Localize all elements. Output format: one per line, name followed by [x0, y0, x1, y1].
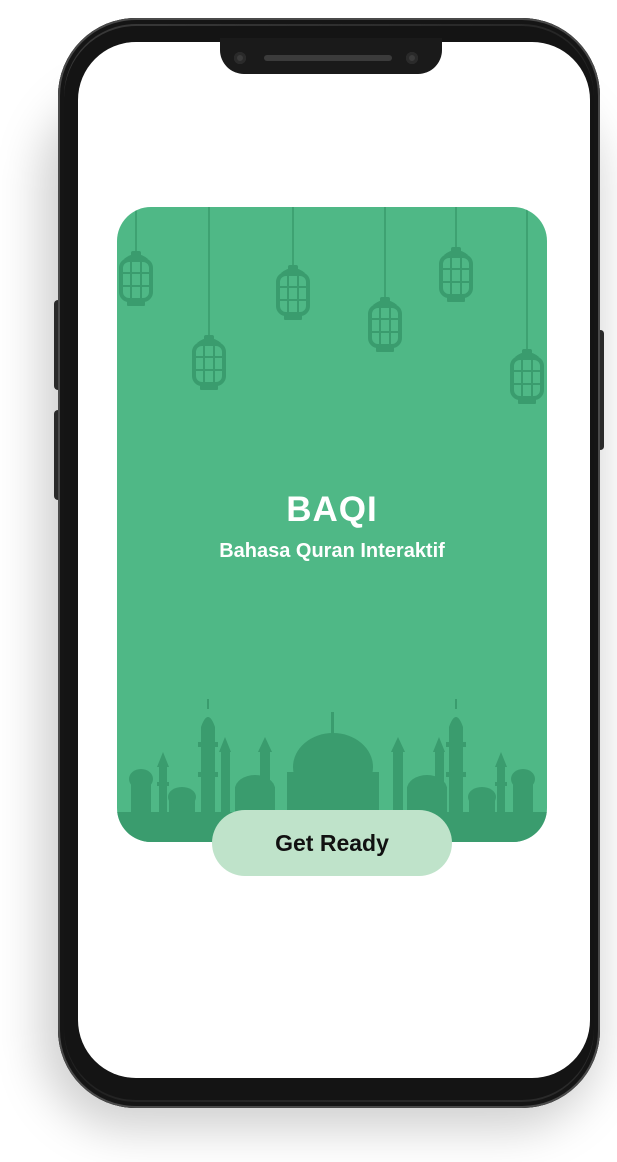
front-camera-icon: [234, 52, 246, 64]
app-title: BAQI: [286, 490, 378, 529]
sensor-icon: [406, 52, 418, 64]
earpiece-speaker: [264, 55, 392, 61]
app-subtitle: Bahasa Quran Interaktif: [219, 540, 445, 562]
stage: BAQI Bahasa Quran Interaktif Get Ready: [0, 0, 617, 1162]
get-ready-button[interactable]: Get Ready: [212, 810, 452, 876]
